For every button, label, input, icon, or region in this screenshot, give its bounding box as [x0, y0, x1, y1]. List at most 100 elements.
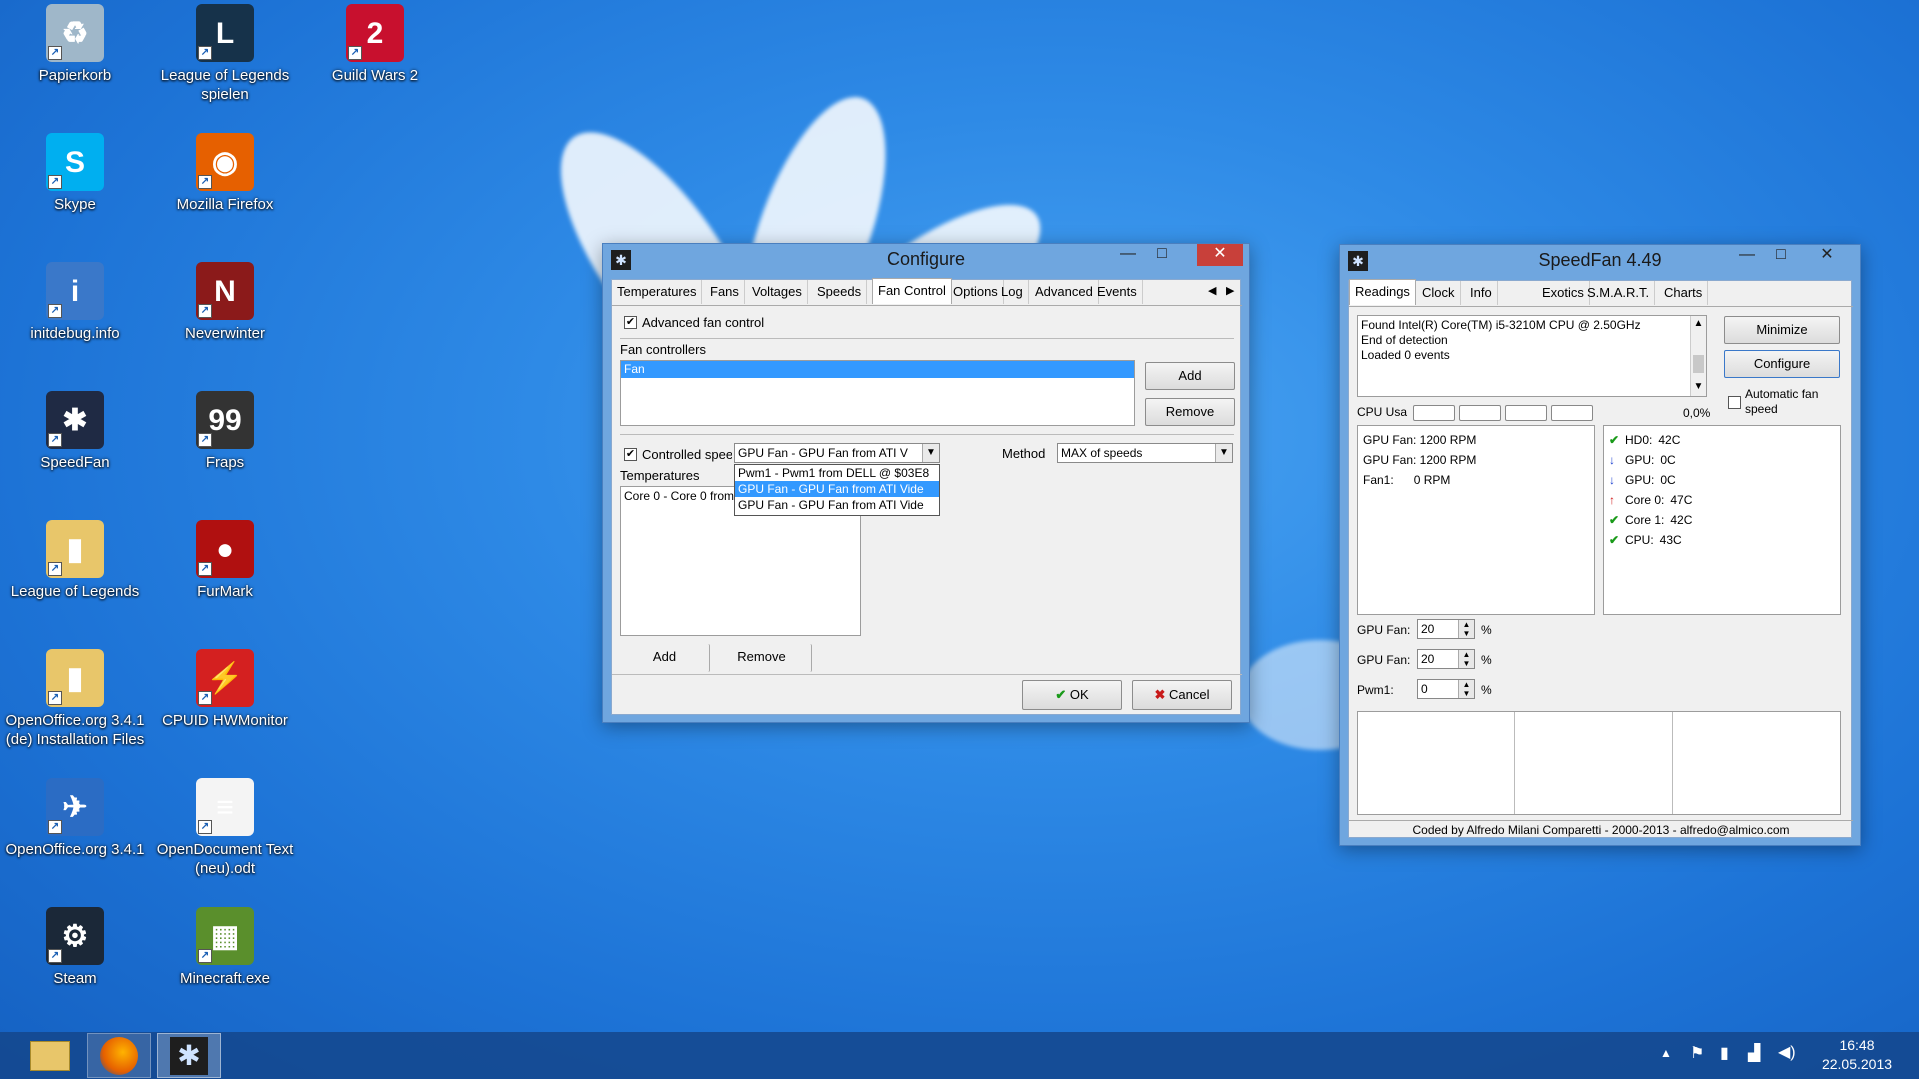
automatic-fan-speed-checkbox[interactable]	[1728, 396, 1741, 409]
spinner-arrows-icon[interactable]: ▲ ▼	[1458, 680, 1474, 698]
spinner-arrows-icon[interactable]: ▲ ▼	[1458, 620, 1474, 638]
footer-credits: Coded by Alfredo Milani Comparetti - 200…	[1349, 820, 1853, 837]
show-hidden-icons-icon[interactable]: ▲	[1660, 1046, 1672, 1060]
ok-button[interactable]: ✔ OK	[1022, 680, 1122, 710]
action-center-flag-icon[interactable]: ⚑	[1690, 1043, 1704, 1063]
desktop-icon[interactable]: ✈ ↗ OpenOffice.org 3.4.1	[0, 778, 150, 859]
desktop-icon[interactable]: ▮ ↗ League of Legends	[0, 520, 150, 601]
desktop-icon[interactable]: S ↗ Skype	[0, 133, 150, 214]
chart-divider	[1514, 712, 1515, 814]
desktop-icon[interactable]: ▦ ↗ Minecraft.exe	[150, 907, 300, 988]
temperature-value: 42C	[1658, 433, 1681, 447]
tab-scroll-left[interactable]: ◀	[1208, 284, 1216, 297]
desktop-icon-label: Guild Wars 2	[331, 67, 419, 84]
file-explorer-icon[interactable]	[18, 1033, 82, 1078]
tab-charts[interactable]: Charts	[1659, 281, 1709, 305]
tab-fans[interactable]: Fans	[705, 280, 745, 304]
controlled-speed-checkbox[interactable]: ✔	[624, 448, 637, 461]
automatic-fan-speed-label: Automatic fan speed	[1745, 387, 1819, 416]
speed-setter-row: GPU Fan: 20 ▲ ▼%	[1357, 649, 1557, 671]
advanced-fan-control-checkbox[interactable]: ✔	[624, 316, 637, 329]
close-button[interactable]: ✕	[1810, 245, 1844, 267]
shortcut-arrow-icon: ↗	[198, 46, 212, 60]
chevron-down-icon[interactable]: ▼	[922, 444, 939, 462]
temperature-reading: ✔ CPU: 43C	[1609, 530, 1835, 550]
cancel-label: Cancel	[1169, 687, 1210, 702]
remove-controller-button[interactable]: Remove	[1145, 398, 1235, 426]
speed-dropdown-list[interactable]: Pwm1 - Pwm1 from DELL @ $03E8 GPU Fan - …	[734, 464, 940, 516]
speed-stepper[interactable]: 0 ▲ ▼	[1417, 679, 1475, 699]
tab-voltages[interactable]: Voltages	[747, 280, 808, 304]
log-box[interactable]: Found Intel(R) Core(TM) i5-3210M CPU @ 2…	[1357, 315, 1707, 397]
speedfan-titlebar[interactable]: ✱ SpeedFan 4.49 — □ ✕	[1340, 245, 1860, 275]
tab-clock[interactable]: Clock	[1417, 281, 1461, 305]
minimize-button[interactable]: —	[1111, 244, 1145, 266]
shortcut-arrow-icon: ↗	[48, 46, 62, 60]
temperature-reading: ↑ Core 0: 47C	[1609, 490, 1835, 510]
method-combo[interactable]: MAX of speeds ▼	[1057, 443, 1233, 463]
cpu-core-bar	[1459, 405, 1501, 421]
dropdown-option-selected[interactable]: GPU Fan - GPU Fan from ATI Vide	[735, 481, 939, 497]
minimize-to-tray-button[interactable]: Minimize	[1724, 316, 1840, 344]
tab-fan-control[interactable]: Fan Control	[872, 278, 952, 304]
desktop-icon-label: Neverwinter	[184, 325, 266, 342]
volume-icon[interactable]: ◀)	[1778, 1042, 1796, 1062]
dropdown-option[interactable]: Pwm1 - Pwm1 from DELL @ $03E8	[735, 465, 939, 481]
tab-advanced[interactable]: Advanced	[1030, 280, 1099, 304]
configure-titlebar[interactable]: ✱ Configure — □ ✕	[603, 244, 1249, 274]
chevron-down-icon[interactable]: ▼	[1215, 444, 1232, 462]
speed-stepper[interactable]: 20 ▲ ▼	[1417, 619, 1475, 639]
maximize-button[interactable]: □	[1145, 244, 1179, 266]
temperature-value: 0C	[1660, 453, 1676, 467]
desktop-icon[interactable]: 2 ↗ Guild Wars 2	[300, 4, 450, 85]
minimize-button[interactable]: —	[1730, 245, 1764, 267]
info-file-icon: i ↗	[46, 262, 104, 320]
desktop-icon[interactable]: i ↗ initdebug.info	[0, 262, 150, 343]
fan-controllers-list[interactable]: Fan	[620, 360, 1135, 426]
desktop-icon[interactable]: ● ↗ FurMark	[150, 520, 300, 601]
maximize-button[interactable]: □	[1764, 245, 1798, 267]
temperature-value: 0C	[1660, 473, 1676, 487]
desktop-icon[interactable]: ◉ ↗ Mozilla Firefox	[150, 133, 300, 214]
tab-temperatures[interactable]: Temperatures	[612, 280, 703, 304]
configure-button[interactable]: Configure	[1724, 350, 1840, 378]
desktop-icon[interactable]: 99 ↗ Fraps	[150, 391, 300, 472]
desktop-icon[interactable]: ▮ ↗ OpenOffice.org 3.4.1 (de) Installation…	[0, 649, 150, 749]
desktop-icon[interactable]: ♻ ↗ Papierkorb	[0, 4, 150, 85]
firefox-icon[interactable]	[87, 1033, 151, 1078]
tab-log[interactable]: Log	[996, 280, 1029, 304]
tab-readings[interactable]: Readings	[1349, 279, 1416, 305]
desktop-icon[interactable]: ⚡ ↗ CPUID HWMonitor	[150, 649, 300, 730]
status-arrow-icon: ✔	[1609, 433, 1620, 447]
speed-stepper[interactable]: 20 ▲ ▼	[1417, 649, 1475, 669]
desktop-icon[interactable]: L ↗ League of Legends spielen	[150, 4, 300, 104]
close-button[interactable]: ✕	[1197, 244, 1243, 266]
tab-info[interactable]: Info	[1465, 281, 1498, 305]
desktop-icon[interactable]: ✱ ↗ SpeedFan	[0, 391, 150, 472]
speedfan-icon[interactable]: ✱	[157, 1033, 221, 1078]
dropdown-option[interactable]: GPU Fan - GPU Fan from ATI Vide	[735, 497, 939, 513]
cancel-button[interactable]: ✖ Cancel	[1132, 680, 1232, 710]
scrollbar[interactable]: ▲ ▼	[1690, 316, 1706, 396]
list-item-fan[interactable]: Fan	[621, 361, 1134, 378]
desktop-icon-label: FurMark	[197, 583, 253, 600]
speed-combo[interactable]: GPU Fan - GPU Fan from ATI V ▼	[734, 443, 940, 463]
desktop-icon[interactable]: ≡ ↗ OpenDocument Text (neu).odt	[150, 778, 300, 878]
desktop-icon[interactable]: ⚙ ↗ Steam	[0, 907, 150, 988]
tab-speeds[interactable]: Speeds	[812, 280, 868, 304]
desktop-icon-label: Mozilla Firefox	[176, 196, 274, 213]
add-temperature-button[interactable]: Add	[620, 644, 710, 672]
add-controller-button[interactable]: Add	[1145, 362, 1235, 390]
tab-scroll-right[interactable]: ▶	[1226, 284, 1234, 297]
network-icon[interactable]: ▟	[1748, 1043, 1760, 1063]
battery-icon[interactable]: ▮	[1720, 1043, 1729, 1063]
clock[interactable]: 16:48 22.05.2013	[1812, 1036, 1902, 1074]
spinner-arrows-icon[interactable]: ▲ ▼	[1458, 650, 1474, 668]
tab-events[interactable]: Events	[1092, 280, 1143, 304]
desktop-icon[interactable]: N ↗ Neverwinter	[150, 262, 300, 343]
remove-temperature-button[interactable]: Remove	[712, 644, 812, 672]
tab-s-m-a-r-t-[interactable]: S.M.A.R.T.	[1582, 281, 1656, 305]
log-line: Found Intel(R) Core(TM) i5-3210M CPU @ 2…	[1361, 318, 1641, 332]
shortcut-arrow-icon: ↗	[198, 304, 212, 318]
configure-window: ✱ Configure — □ ✕ Temperatures Fans Voltag…	[602, 243, 1250, 723]
